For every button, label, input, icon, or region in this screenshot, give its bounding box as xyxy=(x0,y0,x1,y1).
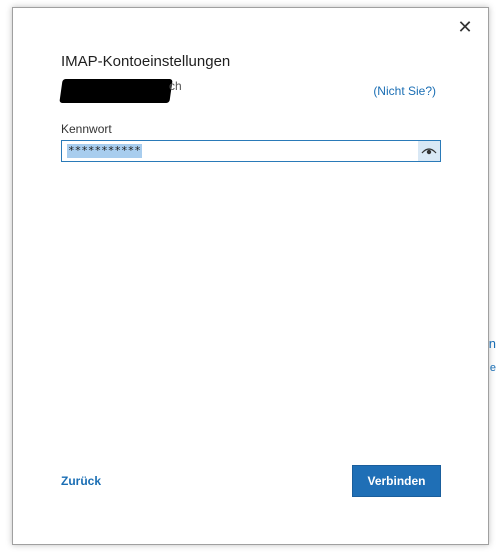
dialog-title: IMAP-Kontoeinstellungen xyxy=(61,53,231,70)
password-label: Kennwort xyxy=(61,122,112,136)
account-email: ch xyxy=(59,76,182,104)
account-email-suffix: ch xyxy=(169,79,182,93)
back-link[interactable]: Zurück xyxy=(61,474,101,488)
eye-icon[interactable] xyxy=(418,141,440,161)
background-text-glimpse: e xyxy=(489,362,496,374)
imap-settings-dialog: ✕ IMAP-Kontoeinstellungen ch (Nicht Sie?… xyxy=(12,7,489,545)
password-field[interactable]: *********** xyxy=(61,140,441,162)
close-icon[interactable]: ✕ xyxy=(456,18,474,36)
not-you-link[interactable]: (Nicht Sie?) xyxy=(373,84,436,98)
background-text-glimpse: n xyxy=(488,336,496,351)
redacted-email-block xyxy=(59,79,173,103)
connect-button[interactable]: Verbinden xyxy=(352,465,441,497)
password-value: *********** xyxy=(67,144,142,158)
